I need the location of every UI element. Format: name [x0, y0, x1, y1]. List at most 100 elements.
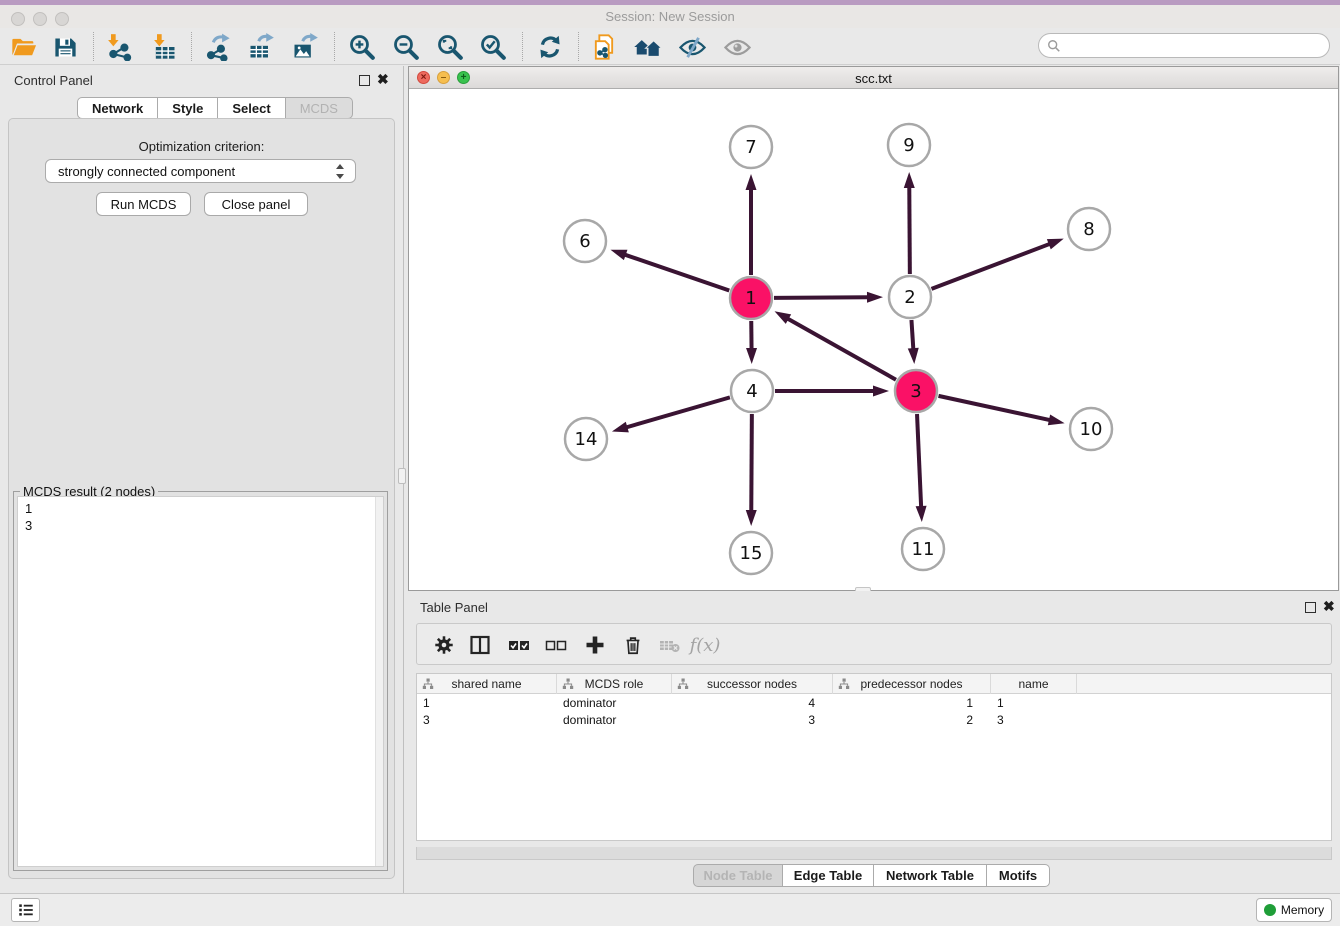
import-network-icon[interactable] — [100, 30, 136, 64]
toolbar-separator — [578, 32, 579, 61]
search-input[interactable] — [1061, 38, 1329, 53]
cell-successor-nodes[interactable]: 3 — [672, 712, 833, 729]
memory-label: Memory — [1281, 903, 1324, 917]
tab-network[interactable]: Network — [77, 97, 158, 119]
graph-edge-3-1[interactable] — [787, 318, 896, 380]
graph-node-label: 4 — [746, 381, 757, 402]
zoom-fit-icon[interactable] — [432, 30, 468, 64]
table-scrollbar-band[interactable] — [416, 847, 1332, 860]
column-header-successor-nodes[interactable]: successor nodes — [672, 674, 833, 694]
close-panel-icon[interactable]: ✖ — [377, 71, 389, 88]
select-all-icon[interactable] — [503, 629, 535, 661]
copy-network-icon[interactable] — [586, 30, 622, 64]
graph-edge-arrowhead — [611, 250, 628, 260]
export-table-icon[interactable] — [243, 30, 279, 64]
zoom-out-icon[interactable] — [388, 30, 424, 64]
graph-edge-2-8[interactable] — [932, 244, 1051, 289]
cell-shared-name[interactable]: 3 — [417, 712, 557, 729]
zoom-in-icon[interactable] — [344, 30, 380, 64]
cell-mcds-role[interactable]: dominator — [557, 695, 672, 712]
search-box[interactable] — [1038, 33, 1330, 58]
network-window-titlebar[interactable]: × – + scc.txt — [409, 67, 1338, 89]
table-row[interactable]: 1 dominator 4 1 1 — [417, 695, 1331, 712]
column-header-shared-name[interactable]: shared name — [417, 674, 557, 694]
graph-edge-3-10[interactable] — [938, 396, 1050, 420]
cell-successor-nodes[interactable]: 4 — [672, 695, 833, 712]
graph-node-label: 14 — [575, 429, 598, 450]
toolbar-separator — [334, 32, 335, 61]
toolbar-separator — [93, 32, 94, 61]
run-mcds-button[interactable]: Run MCDS — [96, 192, 191, 216]
export-image-icon[interactable] — [287, 30, 323, 64]
result-scrollbar[interactable] — [375, 497, 383, 866]
cell-predecessor-nodes[interactable]: 2 — [833, 712, 991, 729]
eye-icon[interactable] — [719, 30, 755, 64]
memory-status-icon — [1264, 904, 1276, 916]
eye-slash-icon[interactable] — [674, 30, 710, 64]
columns-icon[interactable] — [464, 629, 496, 661]
tab-network-table[interactable]: Network Table — [874, 864, 987, 887]
graph-node-label: 8 — [1083, 219, 1094, 240]
window-title: Session: New Session — [0, 9, 1340, 24]
float-panel-icon[interactable] — [1305, 602, 1316, 613]
tab-edge-table[interactable]: Edge Table — [783, 864, 874, 887]
cell-name[interactable]: 1 — [991, 695, 1077, 712]
graph-edge-arrowhead — [873, 386, 889, 397]
open-folder-icon[interactable] — [6, 30, 42, 64]
refresh-icon[interactable] — [532, 30, 568, 64]
graph-edge-arrowhead — [908, 348, 919, 364]
vertical-splitter-handle[interactable] — [398, 468, 406, 484]
tab-select[interactable]: Select — [218, 97, 285, 119]
cell-mcds-role[interactable]: dominator — [557, 712, 672, 729]
graph-node-label: 9 — [903, 135, 914, 156]
network-window-title: scc.txt — [409, 71, 1338, 86]
list-icon — [17, 901, 35, 919]
toolbar-separator — [191, 32, 192, 61]
graph-node-label: 7 — [745, 137, 756, 158]
graph-edge-4-15[interactable] — [751, 414, 752, 512]
trash-icon[interactable] — [617, 629, 649, 661]
cell-name[interactable]: 3 — [991, 712, 1077, 729]
criterion-select[interactable]: strongly connected component — [45, 159, 356, 183]
tab-style[interactable]: Style — [158, 97, 218, 119]
save-icon[interactable] — [47, 30, 83, 64]
network-canvas[interactable]: 1234678910111415 — [409, 89, 1338, 590]
task-history-button[interactable] — [11, 898, 40, 922]
column-header-predecessor-nodes[interactable]: predecessor nodes — [833, 674, 991, 694]
tab-node-table[interactable]: Node Table — [693, 864, 783, 887]
table-row[interactable]: 3 dominator 3 2 3 — [417, 712, 1331, 729]
tree-icon — [838, 678, 850, 690]
gear-icon[interactable] — [428, 629, 460, 661]
graph-edge-3-11[interactable] — [917, 414, 921, 508]
graph-edge-4-14[interactable] — [625, 397, 730, 427]
tab-motifs[interactable]: Motifs — [987, 864, 1050, 887]
table-header-row: shared name MCDS role successor nodes pr… — [417, 674, 1331, 694]
toolbar-separator — [522, 32, 523, 61]
network-window: × – + scc.txt 1234678910111415 — [408, 66, 1339, 591]
close-panel-icon[interactable]: ✖ — [1323, 598, 1335, 615]
cell-shared-name[interactable]: 1 — [417, 695, 557, 712]
export-network-icon[interactable] — [200, 30, 236, 64]
import-table-icon[interactable] — [146, 30, 182, 64]
mcds-result-textarea[interactable]: 1 3 — [17, 496, 384, 867]
search-icon — [1047, 39, 1061, 53]
graph-edge-1-2[interactable] — [774, 297, 869, 298]
zoom-selected-icon[interactable] — [475, 30, 511, 64]
column-header-name[interactable]: name — [991, 674, 1077, 694]
memory-button[interactable]: Memory — [1256, 898, 1332, 922]
graph-edge-2-9[interactable] — [909, 186, 910, 274]
deselect-all-icon[interactable] — [540, 629, 572, 661]
graph-edge-arrowhead — [612, 422, 629, 433]
node-table: shared name MCDS role successor nodes pr… — [416, 673, 1332, 841]
houses-icon[interactable] — [630, 30, 666, 64]
close-panel-button[interactable]: Close panel — [204, 192, 308, 216]
graph-edge-1-6[interactable] — [624, 254, 729, 290]
cell-predecessor-nodes[interactable]: 1 — [833, 695, 991, 712]
status-bar: Memory — [0, 893, 1340, 926]
column-header-mcds-role[interactable]: MCDS role — [557, 674, 672, 694]
graph-edge-2-3[interactable] — [911, 320, 913, 350]
float-panel-icon[interactable] — [359, 75, 370, 86]
plus-icon[interactable] — [579, 629, 611, 661]
tab-mcds[interactable]: MCDS — [286, 97, 353, 119]
criterion-value: strongly connected component — [58, 164, 235, 179]
